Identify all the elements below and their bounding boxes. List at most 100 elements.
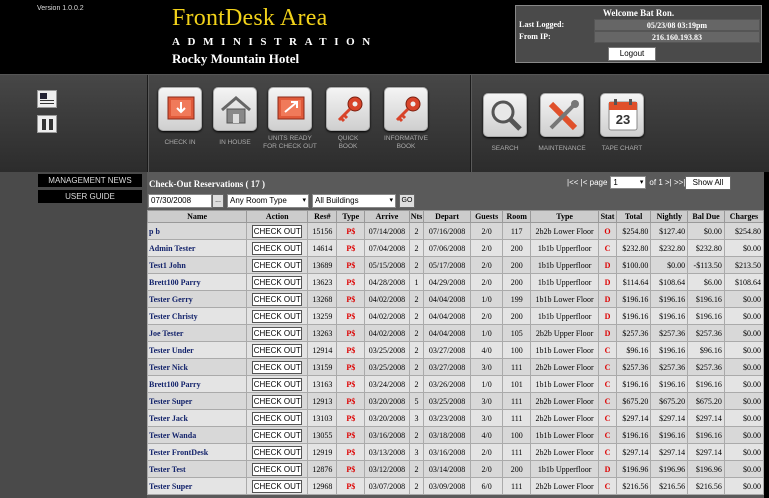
last-logged-value: 05/23/08 03:19pm xyxy=(594,19,760,31)
check-out-button[interactable]: CHECK OUT xyxy=(252,462,303,476)
table-cell: 05/15/2008 xyxy=(364,256,410,274)
calendar-day: 23 xyxy=(615,112,631,127)
table-cell[interactable]: Tester Gerry xyxy=(146,290,248,308)
room-type-select[interactable]: Any Room Type xyxy=(227,193,309,208)
nav-user-guide[interactable]: USER GUIDE xyxy=(38,190,142,203)
check-out-button[interactable]: CHECK OUT xyxy=(252,394,303,408)
tool-tape-chart[interactable]: 23 TAPE CHART xyxy=(597,93,647,153)
key-icon xyxy=(384,87,428,131)
table-cell[interactable]: Tester Under xyxy=(146,341,248,359)
check-out-button[interactable]: CHECK OUT xyxy=(252,241,303,255)
table-cell[interactable]: Tester Wanda xyxy=(146,426,248,444)
pager-next-links[interactable]: of 1 >| >>| xyxy=(649,178,685,187)
check-out-button[interactable]: CHECK OUT xyxy=(252,479,303,493)
check-out-button[interactable]: CHECK OUT xyxy=(252,377,303,391)
table-row: Tester Jack CHECK OUT 13103 P$ 03/20/2008 3 03… xyxy=(146,409,765,427)
table-row: Tester Under CHECK OUT 12914 P$ 03/25/2008 2 0… xyxy=(146,341,765,359)
show-all-button[interactable]: Show All xyxy=(685,176,731,190)
tool-label: SEARCH xyxy=(491,145,519,152)
flag-icon[interactable] xyxy=(37,90,57,108)
table-cell[interactable]: Tester Super xyxy=(146,477,248,495)
table-cell: 07/14/2008 xyxy=(364,222,410,240)
table-cell: 12914 xyxy=(307,341,338,359)
scrollbar[interactable] xyxy=(764,172,769,498)
table-cell: $108.64 xyxy=(723,273,765,291)
page-select[interactable]: 1 xyxy=(610,176,647,189)
tool-in-house[interactable]: IN HOUSE xyxy=(210,87,260,147)
check-out-button[interactable]: CHECK OUT xyxy=(252,343,303,357)
buildings-select[interactable]: All Buildings xyxy=(312,193,396,208)
check-out-button[interactable]: CHECK OUT xyxy=(252,326,303,340)
column-header: Arrive xyxy=(364,210,410,223)
table-cell: 111 xyxy=(502,409,532,427)
check-out-button[interactable]: CHECK OUT xyxy=(252,292,303,306)
table-cell[interactable]: Tester Christy xyxy=(146,307,248,325)
table-cell[interactable]: Tester FrontDesk xyxy=(146,443,248,461)
table-cell[interactable]: Tester Test xyxy=(146,460,248,478)
table-cell[interactable]: Tester Super xyxy=(146,392,248,410)
check-out-button[interactable]: CHECK OUT xyxy=(252,275,303,289)
table-cell: 15156 xyxy=(307,222,338,240)
table-cell: 111 xyxy=(502,358,532,376)
table-cell: $196.16 xyxy=(687,426,725,444)
table-cell: C xyxy=(598,392,617,410)
table-cell[interactable]: Brett100 Parry xyxy=(146,273,248,291)
table-cell: 2b2b Lower Floor xyxy=(530,409,600,427)
tool-search[interactable]: SEARCH xyxy=(480,93,530,153)
table-cell: 111 xyxy=(502,477,532,495)
date-picker-button[interactable]: ... xyxy=(212,193,224,208)
check-out-button[interactable]: CHECK OUT xyxy=(252,445,303,459)
table-cell[interactable]: Tester Jack xyxy=(146,409,248,427)
tool-quick-book[interactable]: QUICK BOOK xyxy=(323,87,373,151)
table-cell[interactable]: Test1 John xyxy=(146,256,248,274)
table-cell: 1/0 xyxy=(469,375,504,393)
logout-button[interactable]: Logout xyxy=(608,47,656,61)
check-out-button[interactable]: CHECK OUT xyxy=(252,224,303,238)
table-cell: $100.00 xyxy=(615,256,652,274)
from-ip-value: 216.160.193.83 xyxy=(594,31,760,43)
table-cell: 13103 xyxy=(307,409,338,427)
table-cell: 2b2b Lower Floor xyxy=(530,222,600,240)
table-cell[interactable]: Tester Nick xyxy=(146,358,248,376)
table-cell: 12913 xyxy=(307,392,338,410)
table-cell: $0.00 xyxy=(723,307,765,325)
table-cell: D xyxy=(598,307,617,325)
table-cell: 03/20/2008 xyxy=(364,392,410,410)
check-out-button[interactable]: CHECK OUT xyxy=(252,360,303,374)
table-cell: 03/16/2008 xyxy=(364,426,410,444)
table-cell: 2 xyxy=(408,477,425,495)
go-button[interactable]: GO xyxy=(399,193,415,208)
table-cell[interactable]: Brett100 Parry xyxy=(146,375,248,393)
table-cell: 04/02/2008 xyxy=(364,290,410,308)
table-cell: $297.14 xyxy=(615,409,652,427)
table-cell: 1b1b Upperfloor xyxy=(530,256,600,274)
check-out-button[interactable]: CHECK OUT xyxy=(252,428,303,442)
table-cell: 200 xyxy=(502,460,532,478)
table-cell: 03/07/2008 xyxy=(364,477,410,495)
check-in-icon xyxy=(158,87,202,131)
tool-informative-book[interactable]: INFORMATIVE BOOK xyxy=(381,87,431,151)
table-cell: 1/0 xyxy=(469,290,504,308)
tool-label: QUICK BOOK xyxy=(337,135,359,150)
table-cell: 2b2b Lower Floor xyxy=(530,443,600,461)
check-out-button[interactable]: CHECK OUT xyxy=(252,258,303,272)
table-row: Tester Gerry CHECK OUT 13268 P$ 04/02/2008 2 0… xyxy=(146,290,765,308)
pause-icon[interactable] xyxy=(37,115,57,133)
table-cell: $216.56 xyxy=(615,477,652,495)
house-icon xyxy=(213,87,257,131)
check-out-button[interactable]: CHECK OUT xyxy=(252,309,303,323)
table-cell[interactable]: p b xyxy=(146,222,248,240)
column-header: Depart xyxy=(423,210,471,223)
check-out-button[interactable]: CHECK OUT xyxy=(252,411,303,425)
table-cell: $216.56 xyxy=(687,477,725,495)
table-cell: 101 xyxy=(502,375,532,393)
nav-management-news[interactable]: MANAGEMENT NEWS xyxy=(38,174,142,187)
table-cell[interactable]: Joe Tester xyxy=(146,324,248,342)
tool-units-ready[interactable]: UNITS READY FOR CHECK OUT xyxy=(263,87,317,151)
date-input[interactable]: 07/30/2008 xyxy=(148,193,212,208)
pager-prev-links[interactable]: |<< |< page xyxy=(567,178,607,187)
tool-check-in[interactable]: CHECK IN xyxy=(155,87,205,147)
table-cell: $675.20 xyxy=(615,392,652,410)
table-cell[interactable]: Admin Tester xyxy=(146,239,248,257)
tool-maintenance[interactable]: MAINTENANCE xyxy=(537,93,587,153)
